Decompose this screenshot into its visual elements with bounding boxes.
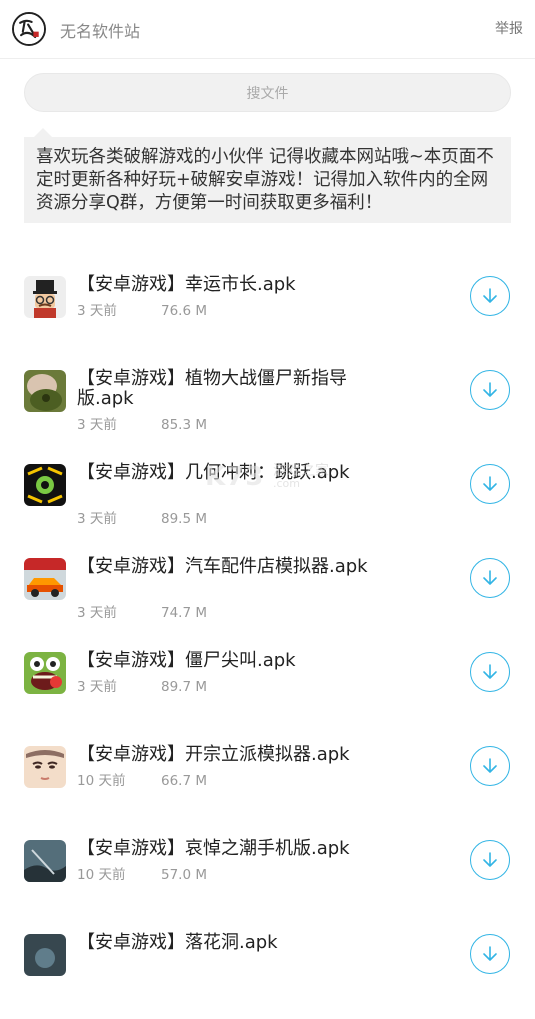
- download-arrow-icon: [483, 570, 497, 585]
- file-age: 3 天前: [77, 511, 117, 527]
- download-button[interactable]: [470, 370, 510, 410]
- file-meta: 3 天前 89.5 M: [77, 507, 207, 527]
- download-arrow-icon: [483, 758, 497, 773]
- download-button[interactable]: [470, 652, 510, 692]
- download-arrow-icon: [483, 852, 497, 867]
- file-size: 57.0 M: [161, 867, 207, 883]
- plants-zombies-game-icon: [24, 370, 66, 412]
- download-arrow-icon: [483, 946, 497, 961]
- notice-box: 喜欢玩各类破解游戏的小伙伴 记得收藏本网站哦~本页面不定时更新各种好玩+破解安卓…: [24, 137, 511, 223]
- download-button[interactable]: [470, 746, 510, 786]
- download-arrow-icon: [483, 382, 497, 397]
- download-button[interactable]: [470, 934, 510, 974]
- mourning-tide-game-icon: [24, 840, 66, 882]
- file-title[interactable]: 【安卓游戏】哀悼之潮手机版.apk: [77, 839, 387, 859]
- file-size: 76.6 M: [161, 303, 207, 319]
- file-meta: 3 天前 85.3 M: [77, 413, 207, 433]
- file-meta: 3 天前 76.6 M: [77, 299, 207, 319]
- header-bar: 无名软件站 举报: [0, 0, 535, 59]
- file-meta: 10 天前 57.0 M: [77, 863, 207, 883]
- geometry-game-icon: [24, 464, 66, 506]
- file-meta: 3 天前 89.7 M: [77, 675, 207, 695]
- logo-icon: [14, 14, 44, 44]
- search-input[interactable]: 搜文件: [24, 73, 511, 112]
- file-size: 74.7 M: [161, 605, 207, 621]
- car-parts-game-icon: [24, 558, 66, 600]
- download-arrow-icon: [483, 476, 497, 491]
- list-item[interactable]: 【安卓游戏】落花洞.apk: [0, 925, 535, 1019]
- download-button[interactable]: [470, 840, 510, 880]
- sect-simulator-game-icon: [24, 746, 66, 788]
- watermark-url: .com: [273, 477, 300, 490]
- file-title[interactable]: 【安卓游戏】落花洞.apk: [77, 933, 387, 953]
- download-arrow-icon: [483, 288, 497, 303]
- file-age: 3 天前: [77, 417, 117, 433]
- notice-pointer: [34, 128, 52, 137]
- list-item[interactable]: 【安卓游戏】开宗立派模拟器.apk 10 天前 66.7 M: [0, 737, 535, 831]
- file-title[interactable]: 【安卓游戏】僵尸尖叫.apk: [77, 651, 387, 671]
- list-item[interactable]: 【安卓游戏】僵尸尖叫.apk 3 天前 89.7 M: [0, 643, 535, 737]
- file-size: 85.3 M: [161, 417, 207, 433]
- file-title[interactable]: 【安卓游戏】幸运市长.apk: [77, 275, 387, 295]
- list-item[interactable]: 【安卓游戏】汽车配件店模拟器.apk 3 天前 74.7 M: [0, 549, 535, 643]
- file-meta: 10 天前 66.7 M: [77, 769, 207, 789]
- watermark-brand: K73: [205, 462, 265, 492]
- file-size: 66.7 M: [161, 773, 207, 789]
- file-age: 10 天前: [77, 773, 126, 789]
- download-button[interactable]: [470, 276, 510, 316]
- download-button[interactable]: [470, 558, 510, 598]
- file-title[interactable]: 【安卓游戏】汽车配件店模拟器.apk: [77, 557, 387, 577]
- falling-flower-cave-game-icon: [24, 934, 66, 976]
- download-arrow-icon: [483, 664, 497, 679]
- file-age: 3 天前: [77, 303, 117, 319]
- list-item[interactable]: 【安卓游戏】植物大战僵尸新指导版.apk 3 天前 85.3 M: [0, 361, 535, 455]
- site-logo[interactable]: [12, 12, 46, 46]
- report-link[interactable]: 举报: [495, 18, 523, 38]
- watermark: K73 游戏之家 .com: [205, 458, 335, 496]
- file-title[interactable]: 【安卓游戏】植物大战僵尸新指导版.apk: [77, 369, 387, 409]
- file-size: 89.7 M: [161, 679, 207, 695]
- file-size: 89.5 M: [161, 511, 207, 527]
- zombie-scream-game-icon: [24, 652, 66, 694]
- file-age: 3 天前: [77, 679, 117, 695]
- file-age: 10 天前: [77, 867, 126, 883]
- file-age: 3 天前: [77, 605, 117, 621]
- download-button[interactable]: [470, 464, 510, 504]
- mayor-game-icon: [24, 276, 66, 318]
- list-item[interactable]: 【安卓游戏】哀悼之潮手机版.apk 10 天前 57.0 M: [0, 831, 535, 925]
- list-item[interactable]: 【安卓游戏】幸运市长.apk 3 天前 76.6 M: [0, 267, 535, 361]
- site-name: 无名软件站: [60, 22, 141, 41]
- file-meta: 3 天前 74.7 M: [77, 601, 207, 621]
- file-title[interactable]: 【安卓游戏】开宗立派模拟器.apk: [77, 745, 387, 765]
